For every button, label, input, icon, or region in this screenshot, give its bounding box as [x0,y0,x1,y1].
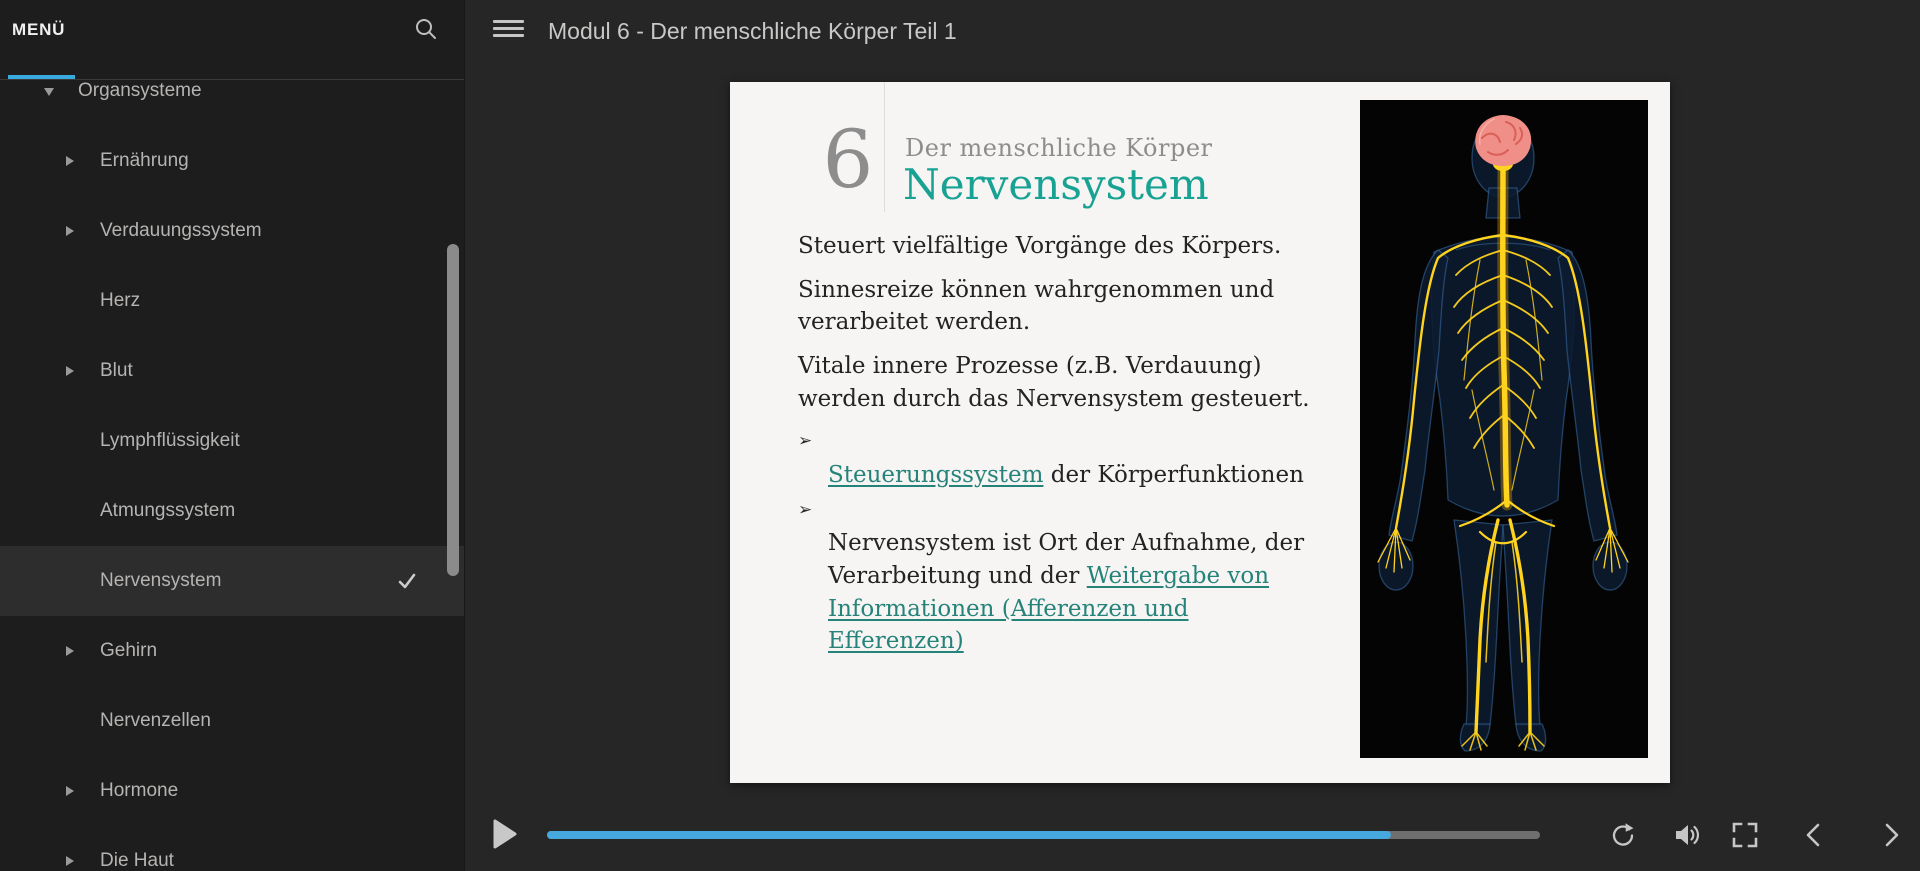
sidebar-item-blut[interactable]: Blut [0,336,464,406]
sidebar-item-label: Ernährung [100,150,189,171]
sidebar-header: MENÜ [0,0,464,80]
sidebar-item-label: Organsysteme [78,80,202,101]
nervous-system-image [1360,100,1648,758]
slide-title: Nervensystem [903,160,1209,209]
arrow-bullet-icon: ➢ [798,499,813,520]
slide-paragraph: Vitale innere Prozesse (z.B. Verdauung) … [798,352,1310,412]
main-header: Modul 6 - Der menschliche Körper Teil 1 [465,0,1920,56]
sidebar-item-label: Gehirn [100,640,158,661]
slide-hyperlink[interactable]: Steuerungssystem [828,462,1043,488]
player-controls [465,790,1920,871]
sidebar-item-organsysteme[interactable]: Organsysteme [0,80,464,126]
module-title: Modul 6 - Der menschliche Körper Teil 1 [548,18,957,44]
sidebar-item-label: Blut [100,360,133,381]
caret-right-icon [66,646,74,656]
sidebar-item-ernaehrung[interactable]: Ernährung [0,126,464,196]
checkmark-icon [398,573,416,589]
caret-right-icon [66,226,74,236]
sidebar: Organsysteme Ernährung Verdauungssystem … [0,0,465,871]
previous-slide-button[interactable] [1801,821,1829,849]
slide-bullet-text: der Körperfunktionen [1043,461,1304,488]
slide-bullet-item: ➢ Steuerungssystem der Körperfunktionen [798,426,1438,491]
volume-icon[interactable] [1673,821,1701,849]
sidebar-item-nervensystem[interactable]: Nervensystem [0,546,464,616]
search-icon[interactable] [414,17,438,41]
sidebar-item-atmungssystem[interactable]: Atmungssystem [0,476,464,546]
caret-right-icon [66,786,74,796]
menu-tab[interactable]: MENÜ [12,20,65,40]
caret-right-icon [66,156,74,166]
sidebar-item-die-haut[interactable]: Die Haut [0,826,464,871]
slide-chapter-number: 6 [822,113,874,206]
play-button[interactable] [493,819,517,849]
sidebar-item-label: Die Haut [100,850,174,871]
sidebar-item-label: Verdauungssystem [100,220,262,241]
sidebar-item-label: Nervensystem [100,570,222,591]
sidebar-item-label: Herz [100,290,141,311]
sidebar-item-verdauungssystem[interactable]: Verdauungssystem [0,196,464,266]
sidebar-item-gehirn[interactable]: Gehirn [0,616,464,686]
main-area: Modul 6 - Der menschliche Körper Teil 1 … [465,0,1920,871]
seekbar[interactable] [547,831,1540,839]
sidebar-item-nervenzellen[interactable]: Nervenzellen [0,686,464,756]
title-divider [884,82,885,212]
slide-paragraph: Sinnesreize können wahrgenommen und vera… [798,276,1275,336]
fullscreen-icon[interactable] [1731,821,1759,849]
caret-right-icon [66,856,74,866]
hamburger-menu-icon[interactable] [493,20,524,37]
slide-canvas: 6 Der menschliche Körper Nervensystem St… [730,82,1670,783]
replay-icon[interactable] [1609,821,1637,849]
slide-paragraph: Steuert vielfältige Vorgänge des Körpers… [798,233,1282,259]
caret-down-icon [44,88,54,96]
sidebar-item-label: Lymphflüssigkeit [100,430,240,451]
sidebar-item-lymphfluessigkeit[interactable]: Lymphflüssigkeit [0,406,464,476]
sidebar-item-label: Atmungssystem [100,500,236,521]
sidebar-nav: Organsysteme Ernährung Verdauungssystem … [0,80,464,871]
next-slide-button[interactable] [1876,821,1904,849]
sidebar-item-herz[interactable]: Herz [0,266,464,336]
caret-right-icon [66,366,74,376]
sidebar-scrollbar-thumb[interactable] [447,244,459,576]
sidebar-item-hormone[interactable]: Hormone [0,756,464,826]
active-tab-underline [8,75,75,79]
arrow-bullet-icon: ➢ [798,431,813,452]
slide-bullet-item: ➢ Nervensystem ist Ort der Aufnahme, der … [798,495,1438,658]
slide-body-text: Steuert vielfältige Vorgänge des Körpers… [798,230,1438,661]
seekbar-progress [547,831,1392,839]
sidebar-item-label: Hormone [100,780,179,801]
sidebar-item-label: Nervenzellen [100,710,211,731]
slide-kicker: Der menschliche Körper [905,134,1213,162]
